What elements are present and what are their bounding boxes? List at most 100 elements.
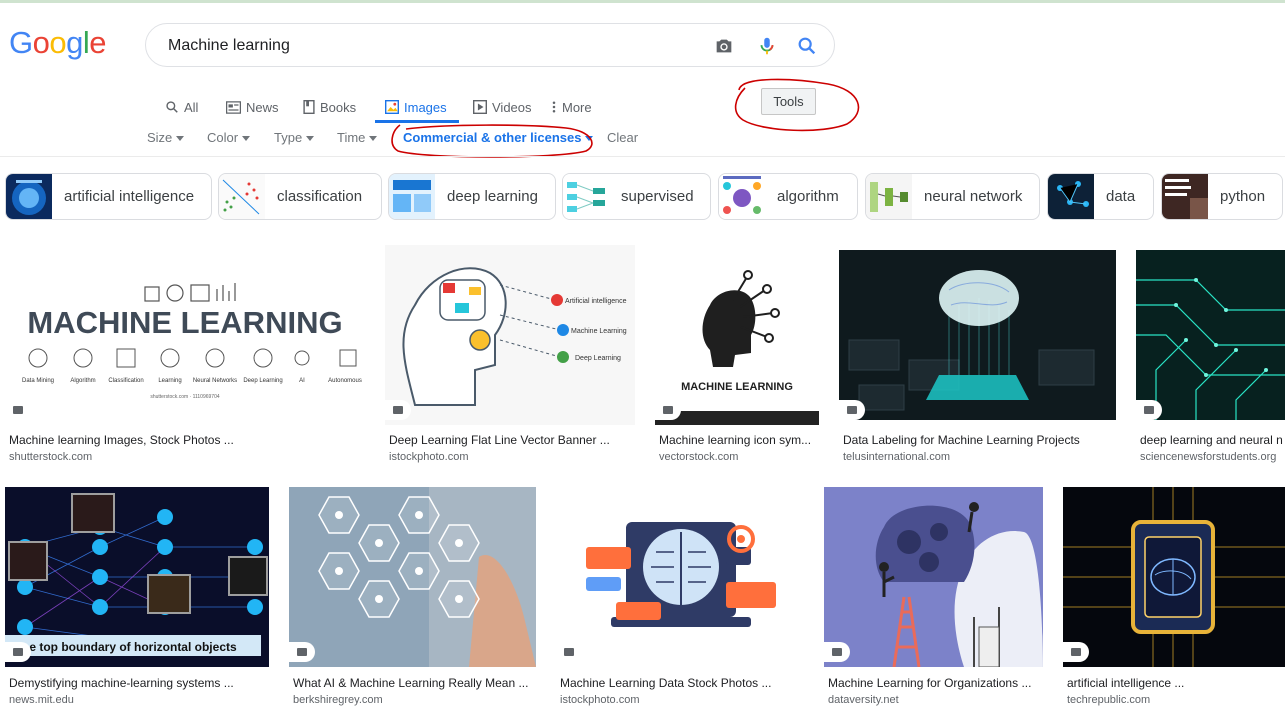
tab-label: More <box>562 99 592 115</box>
result-title[interactable]: Machine Learning for Organizations ... <box>828 676 1043 690</box>
image-result[interactable]: MACHINE LEARNING Data Mining Algorithm Cla… <box>5 245 365 465</box>
tab-all[interactable]: All <box>165 92 198 122</box>
result-thumbnail: e top boundary of horizontal objects <box>5 487 269 667</box>
image-label: Artificial intelligence <box>565 298 627 305</box>
image-result[interactable]: MACHINE LEARNING Machine learning icon s… <box>655 245 819 465</box>
tab-books[interactable]: Books <box>303 92 356 122</box>
logo-letter: g <box>66 25 83 60</box>
chip-deep-learning[interactable]: deep learning <box>388 173 556 220</box>
result-title[interactable]: deep learning and neural n <box>1140 433 1285 447</box>
result-source[interactable]: news.mit.edu <box>9 694 269 706</box>
image-heading: MACHINE LEARNING <box>681 381 793 393</box>
image-result[interactable]: Machine Learning for Organizations ... d… <box>824 487 1043 706</box>
chip-label: classification <box>277 188 363 205</box>
image-icon <box>5 642 31 662</box>
result-title[interactable]: Demystifying machine-learning systems ..… <box>9 676 269 690</box>
search-box[interactable] <box>145 23 835 67</box>
filter-size[interactable]: Size <box>147 130 185 145</box>
filter-usage-rights[interactable]: Commercial & other licenses <box>403 130 594 145</box>
chip-thumbnail <box>1162 174 1208 219</box>
svg-text:Autonomous: Autonomous <box>328 378 362 384</box>
filter-type[interactable]: Type <box>274 130 315 145</box>
chip-label: data <box>1106 188 1136 205</box>
more-dots-icon <box>552 101 556 113</box>
image-icon <box>1063 642 1089 662</box>
result-thumbnail: Artificial intelligence Machine Learning… <box>385 245 635 425</box>
tab-label: News <box>246 99 279 115</box>
image-result[interactable]: deep learning and neural n sciencenewsfo… <box>1136 250 1285 465</box>
svg-text:Learning: Learning <box>158 378 181 384</box>
result-source[interactable]: istockphoto.com <box>389 451 635 463</box>
image-result[interactable]: Machine Learning Data Stock Photos ... i… <box>556 487 804 706</box>
result-source[interactable]: telusinternational.com <box>843 451 1116 463</box>
caret-down-icon <box>369 136 378 142</box>
image-icon <box>824 642 850 662</box>
filter-label: Type <box>274 130 303 145</box>
chip-python[interactable]: python <box>1161 173 1283 220</box>
chip-thumbnail <box>389 174 435 219</box>
svg-text:Data Mining: Data Mining <box>22 378 54 384</box>
result-source[interactable]: shutterstock.com <box>9 451 365 463</box>
filter-time[interactable]: Time <box>337 130 378 145</box>
tab-label: All <box>184 99 199 115</box>
chip-data[interactable]: data <box>1047 173 1154 220</box>
result-title[interactable]: Machine Learning Data Stock Photos ... <box>560 676 804 690</box>
result-source[interactable]: vectorstock.com <box>659 451 819 463</box>
chip-thumbnail <box>6 174 52 219</box>
image-result[interactable]: What AI & Machine Learning Really Mean .… <box>289 487 536 706</box>
chip-supervised[interactable]: supervised <box>562 173 711 220</box>
filter-label: Color <box>207 130 239 145</box>
result-source[interactable]: berkshiregrey.com <box>293 694 536 706</box>
mic-icon[interactable] <box>756 35 778 57</box>
chip-neural-network[interactable]: neural network <box>865 173 1040 220</box>
tools-button[interactable]: Tools <box>761 88 816 115</box>
chip-thumbnail <box>1048 174 1094 219</box>
result-title[interactable]: Machine learning Images, Stock Photos ..… <box>9 433 365 447</box>
chip-classification[interactable]: classification <box>218 173 382 220</box>
result-source[interactable]: dataversity.net <box>828 694 1043 706</box>
google-logo[interactable]: Google <box>9 25 107 61</box>
result-thumbnail <box>556 487 804 667</box>
image-icon <box>385 100 399 114</box>
search-icon <box>166 101 178 113</box>
result-title[interactable]: artificial intelligence ... <box>1067 676 1285 690</box>
tab-images[interactable]: Images <box>385 92 447 122</box>
camera-icon[interactable] <box>713 35 735 57</box>
clear-filters-link[interactable]: Clear <box>607 130 638 145</box>
top-border <box>0 0 1285 3</box>
tab-news[interactable]: News <box>226 92 279 122</box>
active-tab-indicator <box>375 120 459 123</box>
image-result[interactable]: artificial intelligence ... techrepublic… <box>1063 487 1285 706</box>
chip-label: algorithm <box>777 188 839 205</box>
tab-videos[interactable]: Videos <box>473 92 532 122</box>
result-title[interactable]: What AI & Machine Learning Really Mean .… <box>293 676 536 690</box>
image-icon <box>289 642 315 662</box>
image-result[interactable]: Artificial intelligence Machine Learning… <box>385 245 635 465</box>
result-thumbnail <box>824 487 1043 667</box>
tab-more[interactable]: More <box>551 92 592 122</box>
image-result[interactable]: e top boundary of horizontal objects Dem… <box>5 487 269 706</box>
result-title[interactable]: Data Labeling for Machine Learning Proje… <box>843 433 1116 447</box>
caret-down-icon <box>306 136 315 142</box>
search-icon[interactable] <box>796 35 818 57</box>
svg-text:shutterstock.com · 1110969704: shutterstock.com · 1110969704 <box>150 394 220 400</box>
chip-label: deep learning <box>447 188 538 205</box>
result-source[interactable]: sciencenewsforstudents.org <box>1140 451 1285 463</box>
chip-thumbnail <box>719 174 765 219</box>
book-icon <box>303 100 315 114</box>
result-title[interactable]: Machine learning icon sym... <box>659 433 819 447</box>
image-result[interactable]: Data Labeling for Machine Learning Proje… <box>839 250 1116 465</box>
logo-letter: o <box>49 25 67 60</box>
result-thumbnail <box>1136 250 1285 420</box>
chip-label: neural network <box>924 188 1023 205</box>
result-title[interactable]: Deep Learning Flat Line Vector Banner ..… <box>389 433 635 447</box>
result-source[interactable]: techrepublic.com <box>1067 694 1285 706</box>
result-source[interactable]: istockphoto.com <box>560 694 804 706</box>
filter-color[interactable]: Color <box>207 130 251 145</box>
image-icon <box>556 642 582 662</box>
search-input[interactable] <box>166 34 690 58</box>
news-icon <box>226 100 241 114</box>
chip-artificial-intelligence[interactable]: artificial intelligence <box>5 173 212 220</box>
chip-algorithm[interactable]: algorithm <box>718 173 858 220</box>
svg-text:Deep Learning: Deep Learning <box>243 378 282 384</box>
